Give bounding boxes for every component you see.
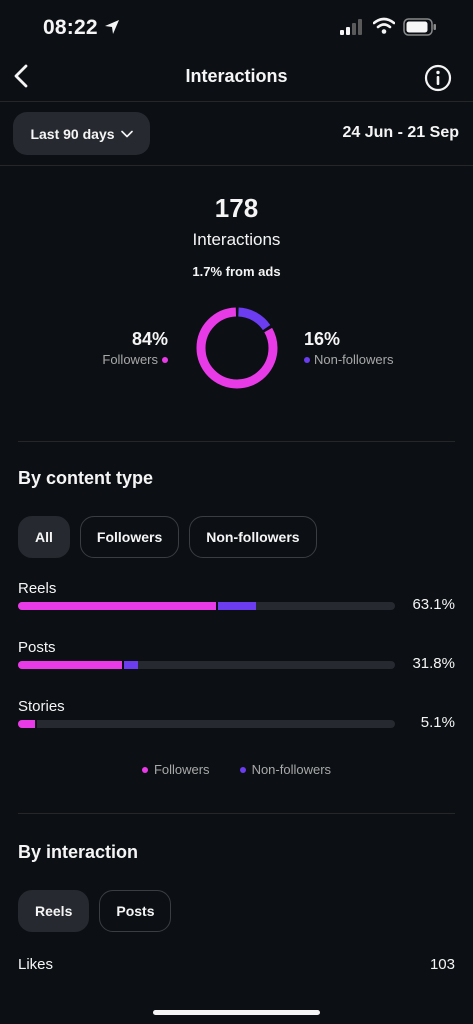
bar-label: Posts (18, 639, 56, 656)
followers-dot-icon (162, 356, 168, 363)
interaction-filter: Reels Posts (18, 890, 172, 932)
legend-label: Non-followers (251, 762, 332, 777)
date-range-dropdown[interactable]: Last 90 days (13, 112, 150, 155)
filter-chip-non-followers[interactable]: Non-followers (189, 516, 317, 558)
bar-percent: 63.1% (412, 596, 455, 613)
total-interactions: 178 (214, 193, 259, 223)
non-followers-percent: 16% (304, 329, 341, 349)
bar-label: Reels (18, 580, 57, 597)
legend-non-followers: Non-followers (239, 762, 332, 777)
non-followers-segment (216, 602, 256, 610)
non-followers-segment (121, 661, 138, 669)
interaction-row-likes: Likes 103 (18, 956, 455, 973)
interaction-label: Likes (18, 956, 54, 973)
audience-donut-chart (196, 307, 278, 389)
legend-label: Followers (153, 762, 210, 777)
non-followers-label: Non-followers (314, 352, 394, 367)
divider (18, 813, 455, 814)
non-followers-dot-icon (239, 766, 246, 773)
legend-followers: Followers (141, 762, 210, 777)
content-type-filter: All Followers Non-followers (18, 516, 317, 558)
content-bar-reels: Reels 63.1% (18, 580, 458, 613)
chevron-down-icon (120, 130, 133, 137)
content-type-legend: Followers Non-followers (0, 762, 473, 777)
bar-label: Stories (18, 698, 65, 715)
filter-chip-reels[interactable]: Reels (18, 890, 90, 932)
by-interaction-title: By interaction (18, 842, 139, 862)
divider (18, 441, 455, 442)
filter-chip-followers[interactable]: Followers (79, 516, 180, 558)
content-bar-posts: Posts 31.8% (18, 639, 458, 672)
status-time: 08:22 (43, 16, 98, 39)
date-range-text: 24 Jun - 21 Sep (342, 124, 460, 141)
followers-label: Followers (102, 352, 158, 367)
ads-share: 1.7% from ads (192, 264, 281, 279)
range-row: Last 90 days 24 Jun - 21 Sep (0, 102, 473, 166)
bar-track (18, 661, 395, 669)
page-title: Interactions (185, 66, 288, 86)
content-type-title: By content type (18, 468, 154, 488)
wifi-icon (373, 17, 395, 34)
filter-chip-all[interactable]: All (18, 516, 70, 558)
bar-track (18, 602, 395, 610)
non-followers-dot-icon (304, 356, 310, 363)
bar-percent: 5.1% (420, 714, 455, 731)
followers-summary: 84% Followers (102, 329, 168, 367)
followers-segment (18, 602, 217, 610)
nav-bar: Interactions (0, 52, 473, 102)
followers-percent: 84% (131, 329, 168, 349)
status-bar: 08:22 (0, 0, 473, 56)
followers-dot-icon (141, 766, 148, 773)
date-range-label: Last 90 days (30, 125, 115, 142)
total-label: Interactions (192, 230, 281, 249)
non-followers-segment (34, 720, 38, 728)
info-icon[interactable] (424, 64, 452, 92)
content-bar-stories: Stories 5.1% (18, 698, 458, 731)
bar-percent: 31.8% (412, 655, 455, 672)
non-followers-legend: Non-followers (304, 352, 393, 367)
followers-segment (18, 720, 35, 728)
battery-icon (403, 18, 436, 36)
followers-legend: Followers (102, 352, 168, 367)
location-arrow-icon (105, 20, 119, 34)
bar-track (18, 720, 395, 728)
filter-chip-posts[interactable]: Posts (99, 890, 172, 932)
cellular-signal-icon (340, 19, 362, 35)
non-followers-summary: 16% Non-followers (304, 329, 393, 367)
interaction-value: 103 (429, 956, 455, 973)
home-indicator[interactable] (153, 1010, 320, 1015)
followers-segment (18, 661, 122, 669)
